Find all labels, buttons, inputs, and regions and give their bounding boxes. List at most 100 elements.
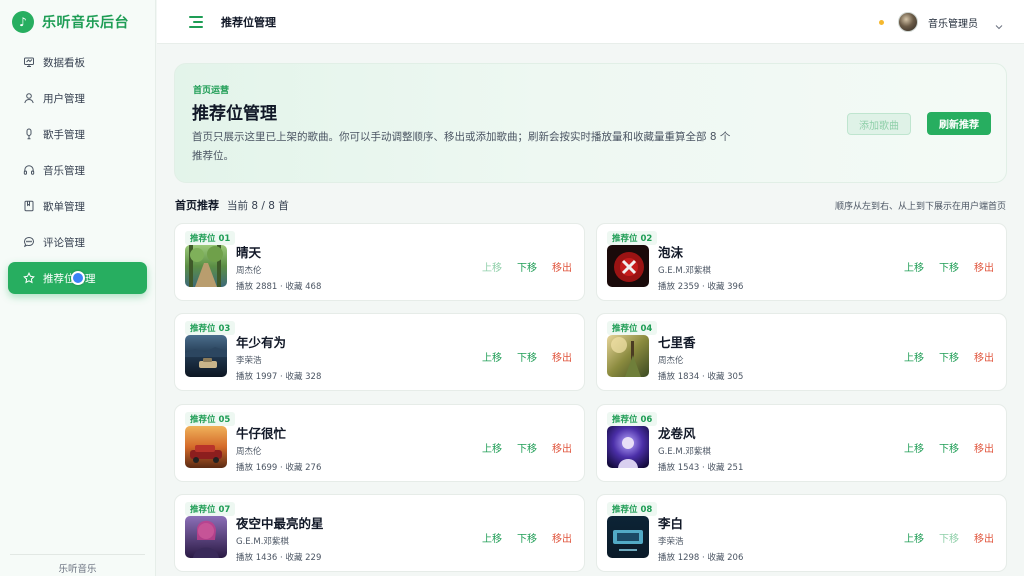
- slot-badge: 推荐位 01: [185, 231, 236, 245]
- move-down-button[interactable]: 下移: [939, 349, 959, 364]
- song-artist: 李荣浩: [236, 356, 262, 366]
- album-cover-image: [607, 335, 649, 377]
- dashboard-icon: [23, 56, 35, 68]
- hero-eyebrow: 首页运营: [193, 86, 230, 96]
- remove-button[interactable]: 移出: [974, 349, 994, 364]
- recommend-card: 推荐位 07 夜空中最亮的星 G.E.M.邓紫棋 播放 1436 · 收藏 22…: [174, 494, 585, 572]
- song-artist: G.E.M.邓紫棋: [236, 537, 289, 547]
- recommend-card: 推荐位 01 晴天 周杰伦 播放 2881 · 收藏 468 上移 下移 移出: [174, 223, 585, 301]
- section-hint: 顺序从左到右、从上到下展示在用户端首页: [834, 202, 1006, 212]
- sidebar-nav: 数据看板 用户管理 歌手管理 音乐管理 歌单管理 评论管理 推荐位管理: [0, 46, 155, 294]
- card-actions: 上移 下移 移出: [482, 259, 572, 274]
- remove-button[interactable]: 移出: [552, 349, 572, 364]
- remove-button[interactable]: 移出: [552, 530, 572, 545]
- song-title: 年少有为: [236, 335, 287, 350]
- move-up-button[interactable]: 上移: [482, 440, 502, 455]
- sidebar-item-dashboard[interactable]: 数据看板: [8, 46, 147, 78]
- card-actions: 上移 下移 移出: [482, 349, 572, 364]
- card-actions: 上移 下移 移出: [904, 349, 994, 364]
- album-cover-image: [607, 426, 649, 468]
- card-actions: 上移 下移 移出: [904, 259, 994, 274]
- song-stats: 播放 1298 · 收藏 206: [658, 553, 744, 563]
- album-cover-image: [607, 245, 649, 287]
- move-up-button[interactable]: 上移: [904, 259, 924, 274]
- move-up-button[interactable]: 上移: [904, 349, 924, 364]
- song-stats: 播放 1997 · 收藏 328: [236, 372, 322, 382]
- move-down-button[interactable]: 下移: [517, 349, 537, 364]
- notification-dot-icon: [879, 19, 884, 25]
- song-title: 李白: [658, 516, 684, 531]
- sidebar: ♪ 乐听音乐后台 数据看板 用户管理 歌手管理 音乐管理 歌单管理 评论管理 推…: [0, 0, 156, 576]
- song-stats: 播放 1699 · 收藏 276: [236, 463, 322, 473]
- song-title: 七里香: [658, 335, 696, 350]
- recommend-card: 推荐位 04 七里香 周杰伦 播放 1834 · 收藏 305 上移 下移 移出: [596, 313, 1007, 391]
- sidebar-item-playlists[interactable]: 歌单管理: [8, 190, 147, 222]
- hero-title: 推荐位管理: [192, 104, 277, 124]
- recommend-card: 推荐位 03 年少有为 李荣浩 播放 1997 · 收藏 328 上移 下移 移…: [174, 313, 585, 391]
- move-up-button[interactable]: 上移: [904, 440, 924, 455]
- recommend-card: 推荐位 05 牛仔很忙 周杰伦 播放 1699 · 收藏 276 上移 下移 移…: [174, 404, 585, 482]
- move-down-button[interactable]: 下移: [517, 530, 537, 545]
- cursor-indicator: [71, 271, 85, 285]
- sidebar-item-label: 音乐管理: [43, 164, 85, 177]
- move-down-button[interactable]: 下移: [517, 259, 537, 274]
- card-actions: 上移 下移 移出: [904, 440, 994, 455]
- remove-button[interactable]: 移出: [552, 440, 572, 455]
- move-down-button[interactable]: 下移: [939, 530, 959, 545]
- add-song-button[interactable]: 添加歌曲: [847, 113, 911, 135]
- microphone-icon: [23, 128, 35, 140]
- move-up-button[interactable]: 上移: [482, 259, 502, 274]
- recommend-card: 推荐位 06 龙卷风 G.E.M.邓紫棋 播放 1543 · 收藏 251 上移…: [596, 404, 1007, 482]
- refresh-recommend-button[interactable]: 刷新推荐: [927, 112, 991, 135]
- song-stats: 播放 1834 · 收藏 305: [658, 372, 744, 382]
- move-up-button[interactable]: 上移: [482, 530, 502, 545]
- slot-badge: 推荐位 04: [607, 321, 658, 335]
- remove-button[interactable]: 移出: [974, 530, 994, 545]
- song-artist: 周杰伦: [236, 266, 262, 276]
- avatar[interactable]: [898, 12, 918, 32]
- section-title: 首页推荐: [175, 199, 219, 212]
- sidebar-item-recommend[interactable]: 推荐位管理: [8, 262, 147, 294]
- slot-badge: 推荐位 07: [185, 502, 236, 516]
- remove-button[interactable]: 移出: [974, 440, 994, 455]
- sidebar-item-label: 用户管理: [43, 92, 85, 105]
- sidebar-footer: 乐听音乐: [10, 554, 145, 576]
- user-icon: [23, 92, 35, 104]
- song-stats: 播放 1436 · 收藏 229: [236, 553, 322, 563]
- card-actions: 上移 下移 移出: [482, 440, 572, 455]
- move-up-button[interactable]: 上移: [482, 349, 502, 364]
- song-title: 牛仔很忙: [236, 426, 287, 441]
- song-title: 晴天: [236, 245, 262, 260]
- song-title: 夜空中最亮的星: [236, 516, 324, 531]
- chevron-down-icon[interactable]: [994, 17, 1004, 30]
- slot-badge: 推荐位 08: [607, 502, 658, 516]
- song-title: 龙卷风: [658, 426, 696, 441]
- album-cover-image: [185, 516, 227, 558]
- sidebar-item-label: 评论管理: [43, 236, 85, 249]
- remove-button[interactable]: 移出: [974, 259, 994, 274]
- song-artist: G.E.M.邓紫棋: [658, 447, 711, 457]
- move-up-button[interactable]: 上移: [904, 530, 924, 545]
- song-artist: 周杰伦: [658, 356, 684, 366]
- move-down-button[interactable]: 下移: [517, 440, 537, 455]
- sidebar-item-label: 推荐位管理: [43, 272, 96, 285]
- menu-toggle-icon[interactable]: [189, 15, 203, 28]
- brand[interactable]: ♪ 乐听音乐后台: [0, 0, 155, 44]
- slot-badge: 推荐位 05: [185, 412, 236, 426]
- app-name: 乐听音乐后台: [42, 15, 129, 31]
- sidebar-item-music[interactable]: 音乐管理: [8, 154, 147, 186]
- song-artist: 李荣浩: [658, 537, 684, 547]
- sidebar-item-label: 数据看板: [43, 56, 85, 69]
- sidebar-item-users[interactable]: 用户管理: [8, 82, 147, 114]
- move-down-button[interactable]: 下移: [939, 440, 959, 455]
- move-down-button[interactable]: 下移: [939, 259, 959, 274]
- remove-button[interactable]: 移出: [552, 259, 572, 274]
- user-name[interactable]: 音乐管理员: [928, 15, 978, 30]
- star-icon: [23, 272, 35, 284]
- section-count: 当前 8 / 8 首: [227, 200, 289, 212]
- sidebar-item-comments[interactable]: 评论管理: [8, 226, 147, 258]
- user-menu[interactable]: 音乐管理员: [879, 0, 1004, 44]
- recommend-card: 推荐位 08 李白 李荣浩 播放 1298 · 收藏 206 上移 下移 移出: [596, 494, 1007, 572]
- sidebar-item-singers[interactable]: 歌手管理: [8, 118, 147, 150]
- top-header: 推荐位管理 音乐管理员: [157, 0, 1024, 44]
